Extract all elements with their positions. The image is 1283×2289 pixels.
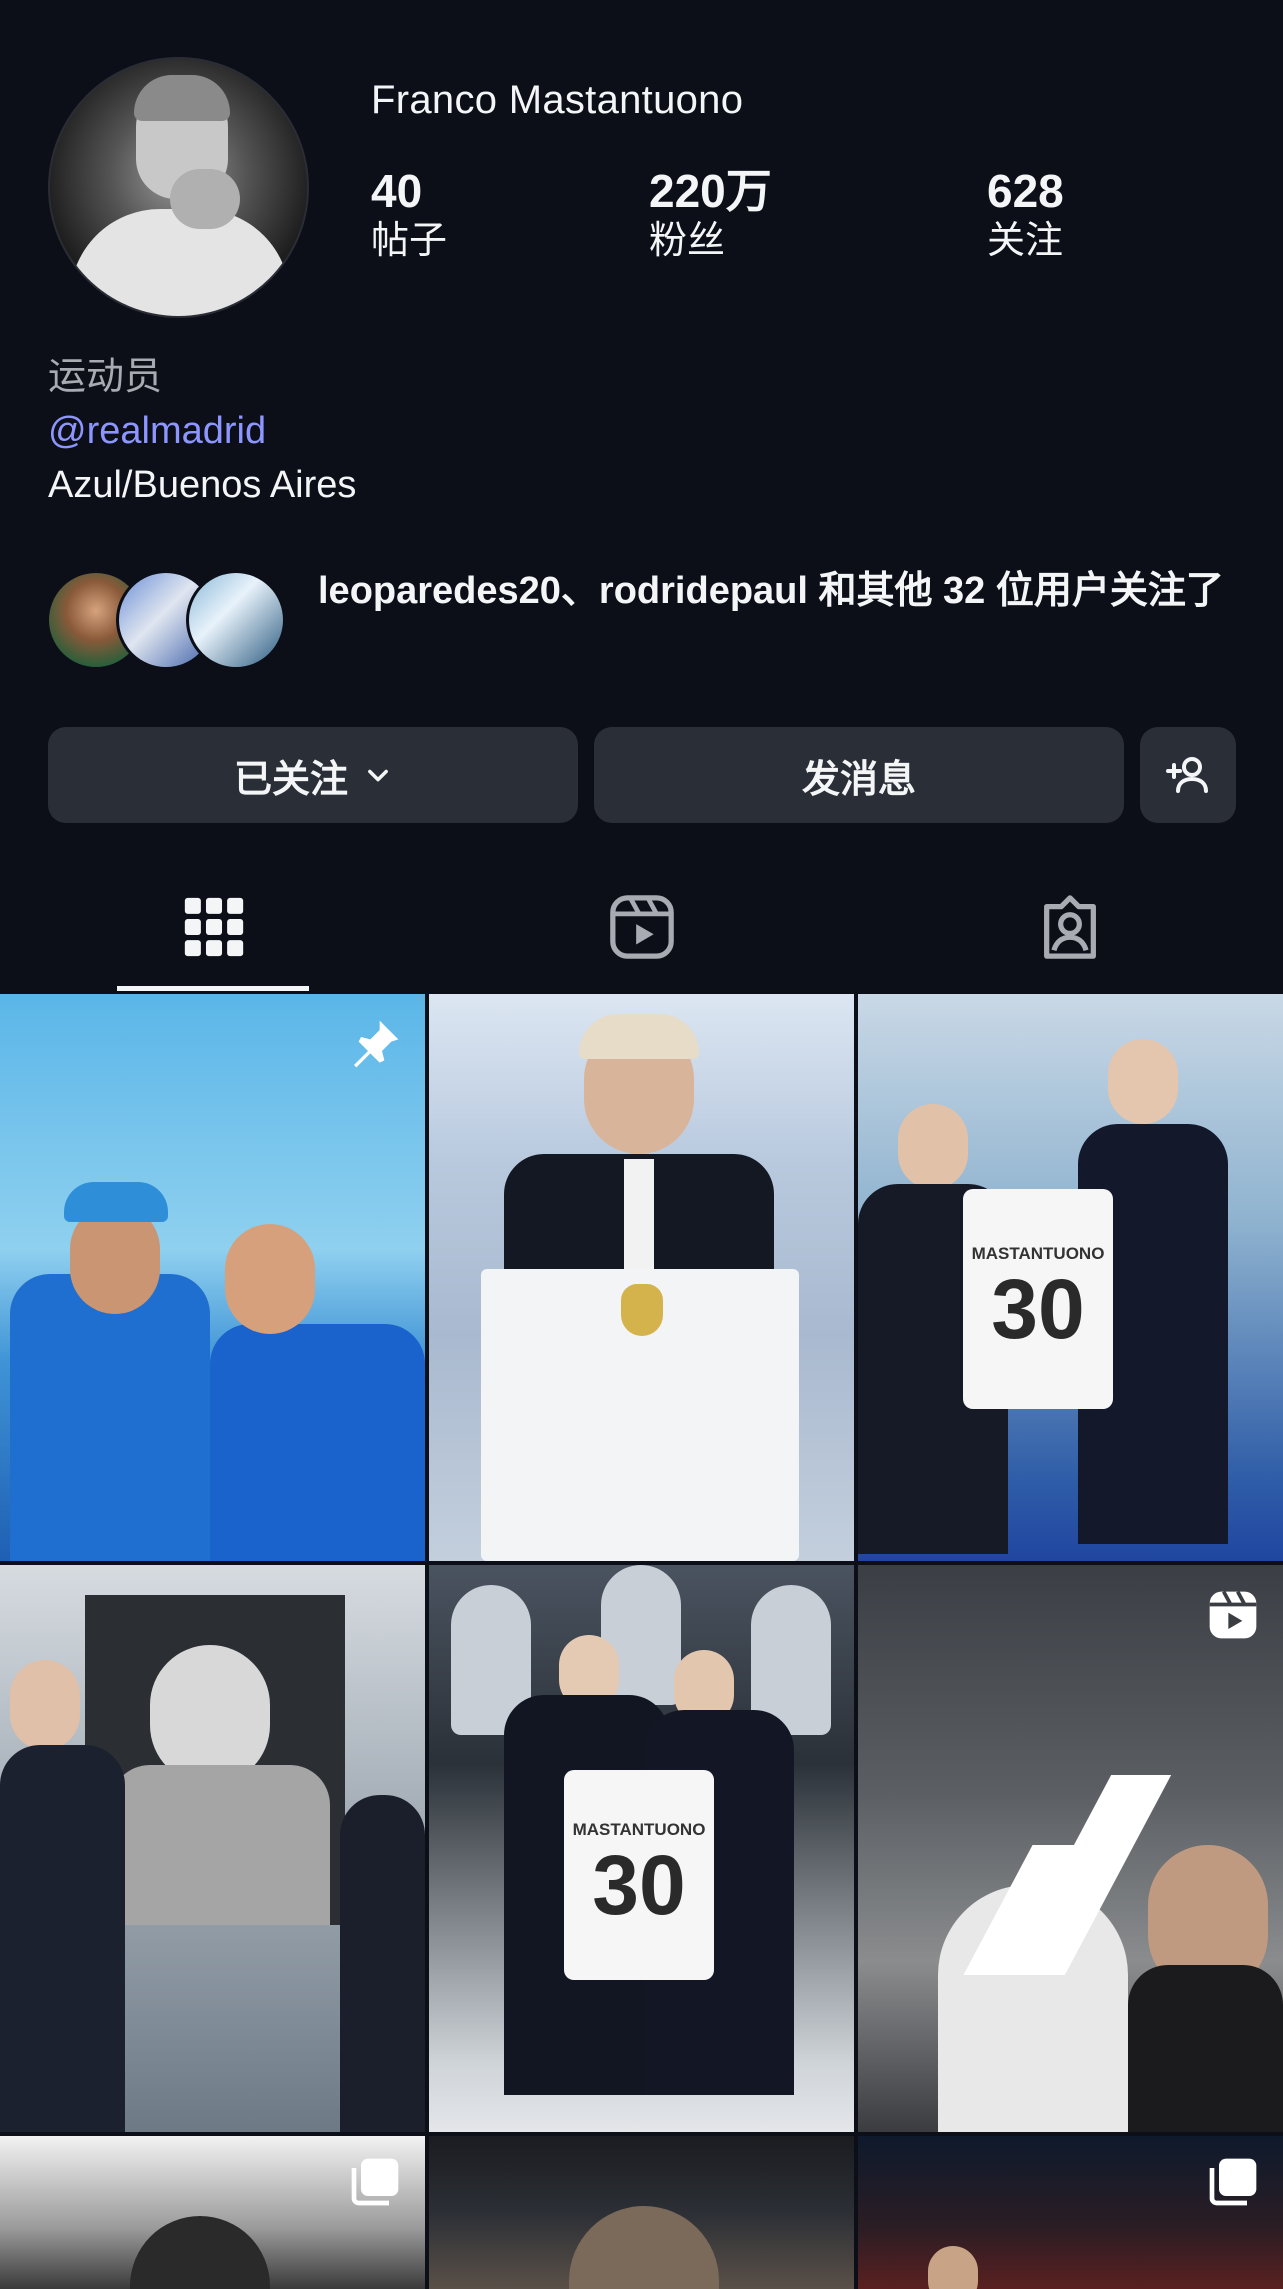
jersey-name: MASTANTUONO [971,1244,1105,1263]
followers-stat[interactable]: 220万 粉丝 [649,164,772,264]
grid-icon [184,897,243,957]
profile-avatar[interactable] [48,57,309,318]
carousel-icon [351,2158,399,2206]
active-tab-indicator [117,986,309,991]
jersey-name: MASTANTUONO [572,1820,706,1839]
profile-location: Azul/Buenos Aires [48,464,357,506]
message-button[interactable]: 发消息 [594,727,1124,823]
carousel-icon [1209,2158,1257,2206]
following-count: 628 [987,165,1064,217]
profile-page: Franco Mastantuono 40 帖子 220万 粉丝 628 关注 … [0,0,1283,2289]
post-tile[interactable] [858,1565,1283,2132]
posts-label: 帖子 [371,220,448,262]
tab-tagged[interactable] [856,862,1283,992]
post-tile[interactable] [429,994,854,1561]
tagged-person-icon [1043,895,1096,959]
profile-tabs [0,862,1283,992]
jersey-number: 30 [592,1838,686,1932]
posts-grid: MASTANTUONO 30 MASTANTUONO 30 [0,994,1283,2289]
add-person-icon [1166,757,1208,793]
post-tile[interactable] [0,2136,425,2289]
post-tile[interactable]: MASTANTUONO 30 [858,994,1283,1561]
followers-count: 220万 [649,165,772,217]
profile-bio: 运动员 @realmadrid Azul/Buenos Aires [48,350,356,512]
suggest-users-button[interactable] [1140,727,1236,823]
mutual-followers-text[interactable]: leoparedes20、rodridepaul 和其他 32 位用户关注了 [318,565,1238,617]
post-tile[interactable] [858,2136,1283,2289]
profile-username: Franco Mastantuono [371,78,744,122]
post-tile[interactable] [429,2136,854,2289]
mutual-followers-avatars[interactable] [46,570,296,670]
posts-stat[interactable]: 40 帖子 [371,164,447,264]
post-tile[interactable]: MASTANTUONO 30 [429,1565,854,2132]
tab-reels[interactable] [428,862,855,992]
following-button-label: 已关注 [233,758,348,801]
following-button[interactable]: 已关注 [48,727,578,823]
reels-icon [609,895,674,959]
profile-category: 运动员 [48,356,163,398]
profile-mention-link[interactable]: @realmadrid [48,404,356,458]
message-button-label: 发消息 [801,758,916,801]
posts-count: 40 [371,165,423,217]
mutual-avatar [186,570,286,670]
post-tile[interactable] [0,994,425,1561]
followers-label: 粉丝 [649,220,726,262]
tab-posts[interactable] [0,862,427,992]
jersey-number: 30 [991,1262,1085,1356]
reels-icon [1209,1590,1257,1639]
chevron-down-icon [368,769,388,782]
pin-icon [354,1020,399,1068]
following-stat[interactable]: 628 关注 [987,164,1064,264]
following-label: 关注 [987,220,1064,262]
post-tile[interactable] [0,1565,425,2132]
